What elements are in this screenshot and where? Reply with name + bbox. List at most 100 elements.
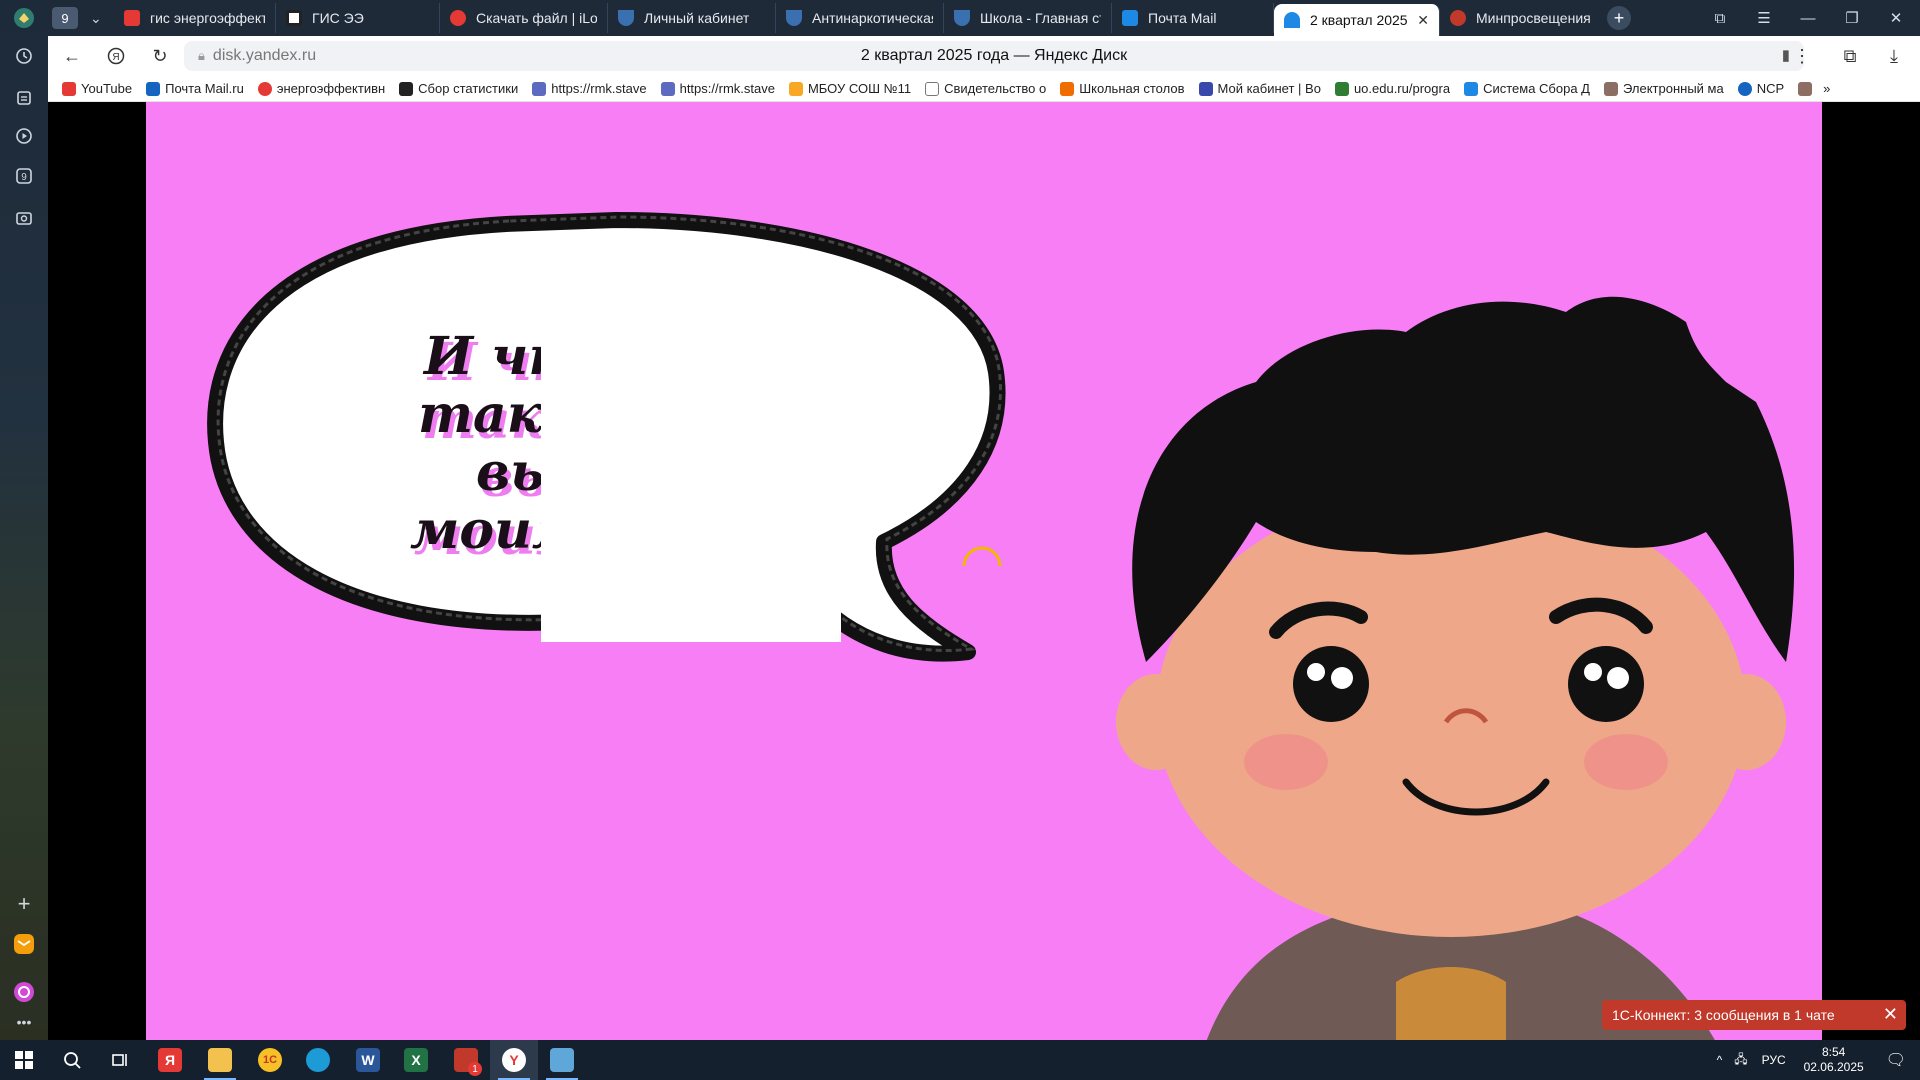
page-title: 2 квартал 2025 года — Яндекс Диск — [860, 47, 1128, 64]
network-icon[interactable]: 🖧︎ — [1734, 1050, 1747, 1071]
tab-label: ГИС ЭЭ — [312, 10, 364, 26]
excel-icon[interactable]: X — [392, 1040, 440, 1080]
svg-text:9: 9 — [21, 172, 27, 183]
mail-app-icon[interactable] — [12, 932, 36, 956]
bookmark-14[interactable] — [1798, 81, 1817, 96]
notification-text: 1С-Коннект: 3 сообщения в 1 чате — [1612, 1007, 1835, 1023]
yandex-browser-taskbar-icon[interactable]: Y — [490, 1040, 538, 1080]
collections-icon[interactable]: ⧉ — [1830, 36, 1870, 76]
yandex-browser-logo-icon[interactable] — [12, 6, 36, 30]
1c-connect-icon[interactable]: 1 — [442, 1040, 490, 1080]
text-cutoff-mask — [541, 302, 841, 642]
tab-7-active[interactable]: 2 квартал 2025 го ✕ — [1274, 4, 1440, 36]
notification-toast[interactable]: 1С-Коннект: 3 сообщения в 1 чате ✕ — [1602, 1000, 1906, 1030]
tab-0[interactable]: гис энергоэффекти — [114, 3, 276, 33]
bookmark-7[interactable]: Свидетельство о — [925, 81, 1046, 96]
bookmark-5[interactable]: https://rmk.stave — [660, 81, 775, 96]
rmk-icon — [660, 81, 675, 96]
yandex-app-icon[interactable]: Я — [146, 1040, 194, 1080]
tabs-count-icon[interactable]: 9 — [12, 164, 36, 188]
kebab-menu-icon[interactable]: ⋮ — [1782, 36, 1822, 76]
video-play-icon[interactable] — [12, 124, 36, 148]
shield-favicon-icon — [954, 10, 970, 26]
gis-favicon-icon — [286, 10, 302, 26]
url-field[interactable]: 🔒︎ disk.yandex.ru 2 квартал 2025 года — … — [184, 41, 1804, 71]
language-indicator[interactable]: РУС — [1762, 1053, 1786, 1067]
address-bar: ← Я ↻ 🔒︎ disk.yandex.ru 2 квартал 2025 г… — [48, 36, 1920, 76]
back-button[interactable]: ← — [52, 36, 92, 76]
unread-badge: 1 — [468, 1062, 482, 1076]
tab-bar: 9 ⌄ гис энергоэффекти ГИС ЭЭ Скачать фай… — [48, 0, 1920, 36]
clock-time: 8:54 — [1821, 1045, 1846, 1059]
minimize-icon[interactable]: — — [1788, 0, 1828, 36]
tab-label: Минпросвещения Р — [1476, 10, 1592, 26]
folder-icon — [1798, 81, 1813, 96]
new-tab-button[interactable]: + — [1602, 3, 1636, 33]
tab-5[interactable]: Школа - Главная стр — [944, 3, 1112, 33]
word-icon[interactable]: W — [344, 1040, 392, 1080]
tab-2[interactable]: Скачать файл | iLov — [440, 3, 608, 33]
close-window-icon[interactable]: ✕ — [1876, 0, 1916, 36]
bookmark-12[interactable]: Электронный ма — [1603, 81, 1724, 96]
bookmark-2[interactable]: энергоэффективн — [257, 81, 385, 96]
collections-icon[interactable] — [12, 86, 36, 110]
tab-6[interactable]: Почта Mail — [1112, 3, 1274, 33]
bookmark-6[interactable]: МБОУ СОШ №11 — [788, 81, 911, 96]
mail-favicon-icon — [1122, 10, 1138, 26]
1c-app-icon[interactable]: 1С — [246, 1040, 294, 1080]
tab-count-button[interactable]: 9 — [48, 3, 84, 33]
bookmark-3[interactable]: Сбор статистики — [399, 81, 518, 96]
edge-icon[interactable] — [294, 1040, 342, 1080]
bookmark-13[interactable]: NCP — [1737, 81, 1785, 96]
bookmark-label: Сбор статистики — [418, 81, 519, 96]
clock[interactable]: 8:54 02.06.2025 — [1804, 1045, 1864, 1075]
app-window-icon[interactable] — [538, 1040, 586, 1080]
yandex-home-icon[interactable]: Я — [96, 36, 136, 76]
task-view-icon[interactable] — [96, 1040, 144, 1080]
bookmark-label: NCP — [1756, 81, 1785, 96]
bookmark-10[interactable]: uo.edu.ru/progra — [1334, 81, 1450, 96]
bookmark-label: Свидетельство о — [944, 81, 1047, 96]
tab-4[interactable]: Антинаркотическая — [776, 3, 944, 33]
download-icon[interactable]: ⤓ — [1874, 36, 1914, 76]
history-icon[interactable] — [12, 44, 36, 68]
bookmark-1[interactable]: Почта Mail.ru — [146, 81, 244, 96]
bookmark-8[interactable]: Школьная столов — [1060, 81, 1185, 96]
start-button[interactable] — [0, 1040, 48, 1080]
show-hidden-icons-icon[interactable]: ^ — [1717, 1053, 1723, 1067]
bookmark-4[interactable]: https://rmk.stave — [532, 81, 647, 96]
bookmark-label: YouTube — [81, 81, 133, 96]
restore-icon[interactable]: ❐ — [1832, 0, 1872, 36]
yandex-disk-favicon-icon — [1284, 12, 1300, 28]
more-icon[interactable]: ••• — [12, 1010, 36, 1034]
snowflake-icon — [1464, 81, 1479, 96]
reload-button[interactable]: ↻ — [140, 36, 180, 76]
tab-list-chevron-icon[interactable]: ⌄ — [84, 3, 114, 33]
notification-center-icon[interactable]: 🗨︎ — [1886, 1050, 1906, 1070]
bookmark-label: Система Сбора Д — [1483, 81, 1590, 96]
windows-logo-icon — [15, 1051, 33, 1069]
close-notification-icon[interactable]: ✕ — [1883, 1004, 1898, 1025]
tab-label: 2 квартал 2025 го — [1310, 12, 1409, 28]
tab-label: Антинаркотическая — [812, 10, 933, 26]
tab-label: Почта Mail — [1148, 10, 1217, 26]
tab-label: Скачать файл | iLov — [476, 10, 597, 26]
cabinet-icon — [1198, 81, 1213, 96]
bookmark-11[interactable]: Система Сбора Д — [1464, 81, 1590, 96]
bookmark-9[interactable]: Мой кабинет | Во — [1198, 81, 1321, 96]
more-bookmarks-icon[interactable]: » — [1823, 81, 1830, 96]
add-panel-icon[interactable]: + — [12, 891, 36, 916]
bookmark-label: Мой кабинет | Во — [1217, 81, 1321, 96]
close-tab-icon[interactable]: ✕ — [1417, 12, 1429, 29]
search-icon[interactable] — [48, 1040, 96, 1080]
collections-window-icon[interactable]: ⧉ — [1700, 0, 1740, 36]
file-explorer-icon[interactable] — [196, 1040, 244, 1080]
menu-icon[interactable]: ☰ — [1744, 0, 1784, 36]
alice-icon[interactable] — [12, 980, 36, 1004]
tab-1[interactable]: ГИС ЭЭ — [276, 3, 440, 33]
screenshot-icon[interactable] — [12, 206, 36, 230]
emblem-favicon-icon — [1450, 10, 1466, 26]
tab-3[interactable]: Личный кабинет — [608, 3, 776, 33]
tab-8[interactable]: Минпросвещения Р — [1440, 3, 1602, 33]
bookmark-0[interactable]: YouTube — [62, 81, 132, 96]
